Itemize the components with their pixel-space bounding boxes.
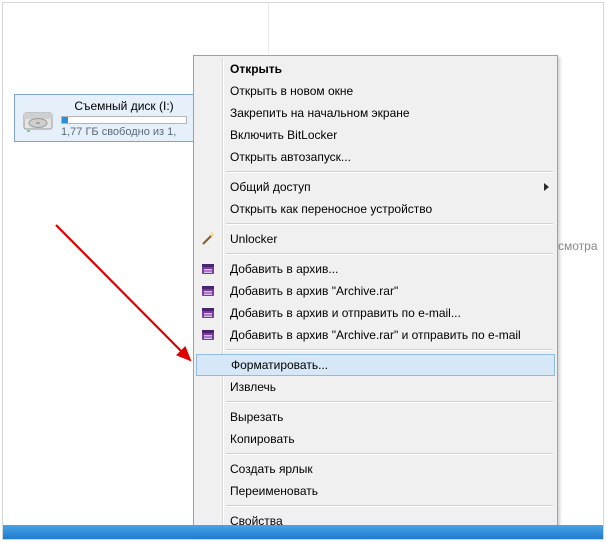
drive-label: Съемный диск (I:) — [61, 99, 187, 114]
menu-pin-to-start[interactable]: Закрепить на начальном экране — [196, 102, 555, 124]
menu-separator — [226, 223, 553, 225]
menu-label: Открыть в новом окне — [230, 84, 353, 98]
menu-archive-named-and-email[interactable]: Добавить в архив "Archive.rar" и отправи… — [196, 324, 555, 346]
menu-add-to-archive-named[interactable]: Добавить в архив "Archive.rar" — [196, 280, 555, 302]
drive-capacity-bar — [61, 116, 187, 124]
menu-separator — [226, 505, 553, 507]
menu-label: Включить BitLocker — [230, 128, 337, 142]
menu-share[interactable]: Общий доступ — [196, 176, 555, 198]
context-menu: Открыть Открыть в новом окне Закрепить н… — [193, 55, 558, 535]
menu-label: Переименовать — [230, 484, 318, 498]
drive-tile[interactable]: Съемный диск (I:) 1,77 ГБ свободно из 1, — [14, 94, 194, 142]
menu-label: Общий доступ — [230, 180, 311, 194]
background-text: смотра — [558, 239, 598, 253]
drive-capacity-fill — [62, 117, 68, 123]
menu-label: Открыть — [230, 62, 282, 76]
menu-separator — [226, 171, 553, 173]
menu-label: Вырезать — [230, 410, 283, 424]
menu-label: Добавить в архив "Archive.rar" — [230, 284, 398, 298]
menu-separator — [226, 253, 553, 255]
menu-label: Открыть автозапуск... — [230, 150, 351, 164]
menu-separator — [226, 453, 553, 455]
menu-label: Закрепить на начальном экране — [230, 106, 410, 120]
menu-label: Создать ярлык — [230, 462, 313, 476]
menu-label: Копировать — [230, 432, 295, 446]
chevron-right-icon — [544, 183, 549, 191]
menu-separator — [226, 349, 553, 351]
menu-label: Добавить в архив и отправить по e-mail..… — [230, 306, 461, 320]
column-separator — [268, 3, 269, 53]
menu-eject[interactable]: Извлечь — [196, 376, 555, 398]
drive-subtext: 1,77 ГБ свободно из 1, — [61, 126, 187, 137]
removable-drive-icon — [21, 99, 55, 137]
menu-label: Добавить в архив "Archive.rar" и отправи… — [230, 328, 521, 342]
menu-archive-and-email[interactable]: Добавить в архив и отправить по e-mail..… — [196, 302, 555, 324]
menu-unlocker[interactable]: Unlocker — [196, 228, 555, 250]
menu-label: Форматировать... — [231, 358, 328, 372]
rar-icon — [200, 305, 216, 321]
menu-cut[interactable]: Вырезать — [196, 406, 555, 428]
rar-icon — [200, 261, 216, 277]
menu-open-autoplay[interactable]: Открыть автозапуск... — [196, 146, 555, 168]
menu-enable-bitlocker[interactable]: Включить BitLocker — [196, 124, 555, 146]
wand-icon — [200, 231, 216, 247]
menu-format[interactable]: Форматировать... — [196, 354, 555, 376]
menu-open[interactable]: Открыть — [196, 58, 555, 80]
menu-separator — [226, 401, 553, 403]
menu-label: Добавить в архив... — [230, 262, 338, 276]
menu-add-to-archive[interactable]: Добавить в архив... — [196, 258, 555, 280]
rar-icon — [200, 283, 216, 299]
menu-copy[interactable]: Копировать — [196, 428, 555, 450]
rar-icon — [200, 327, 216, 343]
menu-label: Открыть как переносное устройство — [230, 202, 432, 216]
menu-open-new-window[interactable]: Открыть в новом окне — [196, 80, 555, 102]
menu-rename[interactable]: Переименовать — [196, 480, 555, 502]
menu-create-shortcut[interactable]: Создать ярлык — [196, 458, 555, 480]
taskbar-strip — [3, 525, 603, 539]
menu-label: Извлечь — [230, 380, 276, 394]
menu-label: Unlocker — [230, 232, 277, 246]
menu-open-portable-device[interactable]: Открыть как переносное устройство — [196, 198, 555, 220]
